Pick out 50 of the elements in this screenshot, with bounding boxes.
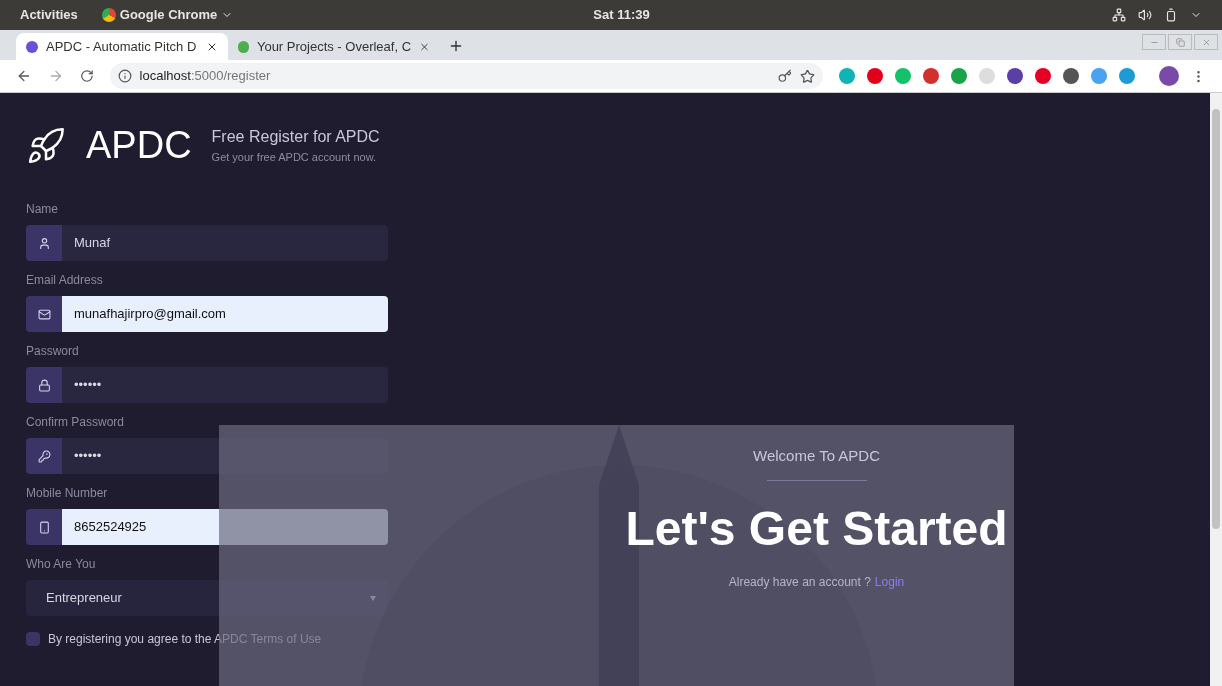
key-icon[interactable] — [778, 69, 792, 83]
welcome-title: Welcome To APDC — [753, 446, 880, 466]
back-icon[interactable] — [16, 68, 32, 84]
browser-tab[interactable]: Your Projects - Overleaf, C — [228, 33, 440, 60]
input-field[interactable]: Munaf — [62, 225, 388, 261]
phone-icon — [37, 520, 51, 534]
key-icon — [37, 449, 51, 463]
bookmark-star-icon[interactable] — [800, 68, 815, 84]
field-label: Confirm Password — [26, 414, 126, 431]
activities-button[interactable]: Activities — [20, 5, 78, 25]
field-label: Name — [26, 201, 59, 218]
clock: Sat 11:39 — [593, 6, 650, 25]
extension-icon[interactable] — [1035, 68, 1051, 84]
form-subheading: Get your free APDC account now. — [211, 150, 378, 166]
extension-icon[interactable] — [1063, 68, 1079, 84]
extension-icon[interactable] — [951, 68, 967, 84]
volume-icon[interactable] — [1138, 8, 1152, 22]
input-field[interactable]: •••••• — [62, 367, 388, 403]
user-icon — [37, 236, 51, 250]
reload-icon[interactable] — [79, 69, 94, 83]
extension-icon[interactable] — [923, 68, 939, 84]
mail-icon — [37, 307, 51, 321]
field-label: Who Are You — [26, 556, 97, 573]
avatar[interactable] — [1159, 66, 1179, 86]
brand-name: APDC — [86, 123, 192, 168]
browser-logo-icon — [101, 8, 116, 22]
scrollbar[interactable] — [1210, 93, 1222, 686]
rocket-icon — [26, 125, 66, 166]
address-bar[interactable]: localhost:5000/register — [109, 63, 823, 89]
headline: Let's Get Started — [625, 500, 1008, 557]
close-icon — [1201, 37, 1211, 47]
extension-icon[interactable] — [867, 68, 883, 84]
field-label: Email Address — [26, 272, 104, 289]
extension-icon[interactable] — [1007, 68, 1023, 84]
form-heading: Free Register for APDC — [211, 127, 380, 148]
new-tab-icon[interactable] — [448, 38, 464, 54]
lock-icon — [37, 378, 51, 392]
login-prompt: Already have an account ? — [728, 573, 871, 591]
field-label: Mobile Number — [26, 485, 109, 502]
browser-tab[interactable]: APDC - Automatic Pitch D — [16, 33, 228, 60]
restore-icon — [1175, 37, 1185, 47]
checkbox[interactable] — [26, 632, 40, 646]
input-field[interactable]: munafhajirpro@gmail.com — [62, 296, 388, 332]
field-label: Password — [26, 343, 80, 360]
battery-icon[interactable] — [1164, 8, 1178, 22]
network-icon[interactable] — [1112, 8, 1126, 22]
tab-favicon-icon — [238, 40, 249, 53]
info-icon — [117, 69, 132, 83]
app-menu[interactable]: Google Chrome — [119, 5, 218, 25]
tab-favicon-icon — [26, 40, 38, 53]
